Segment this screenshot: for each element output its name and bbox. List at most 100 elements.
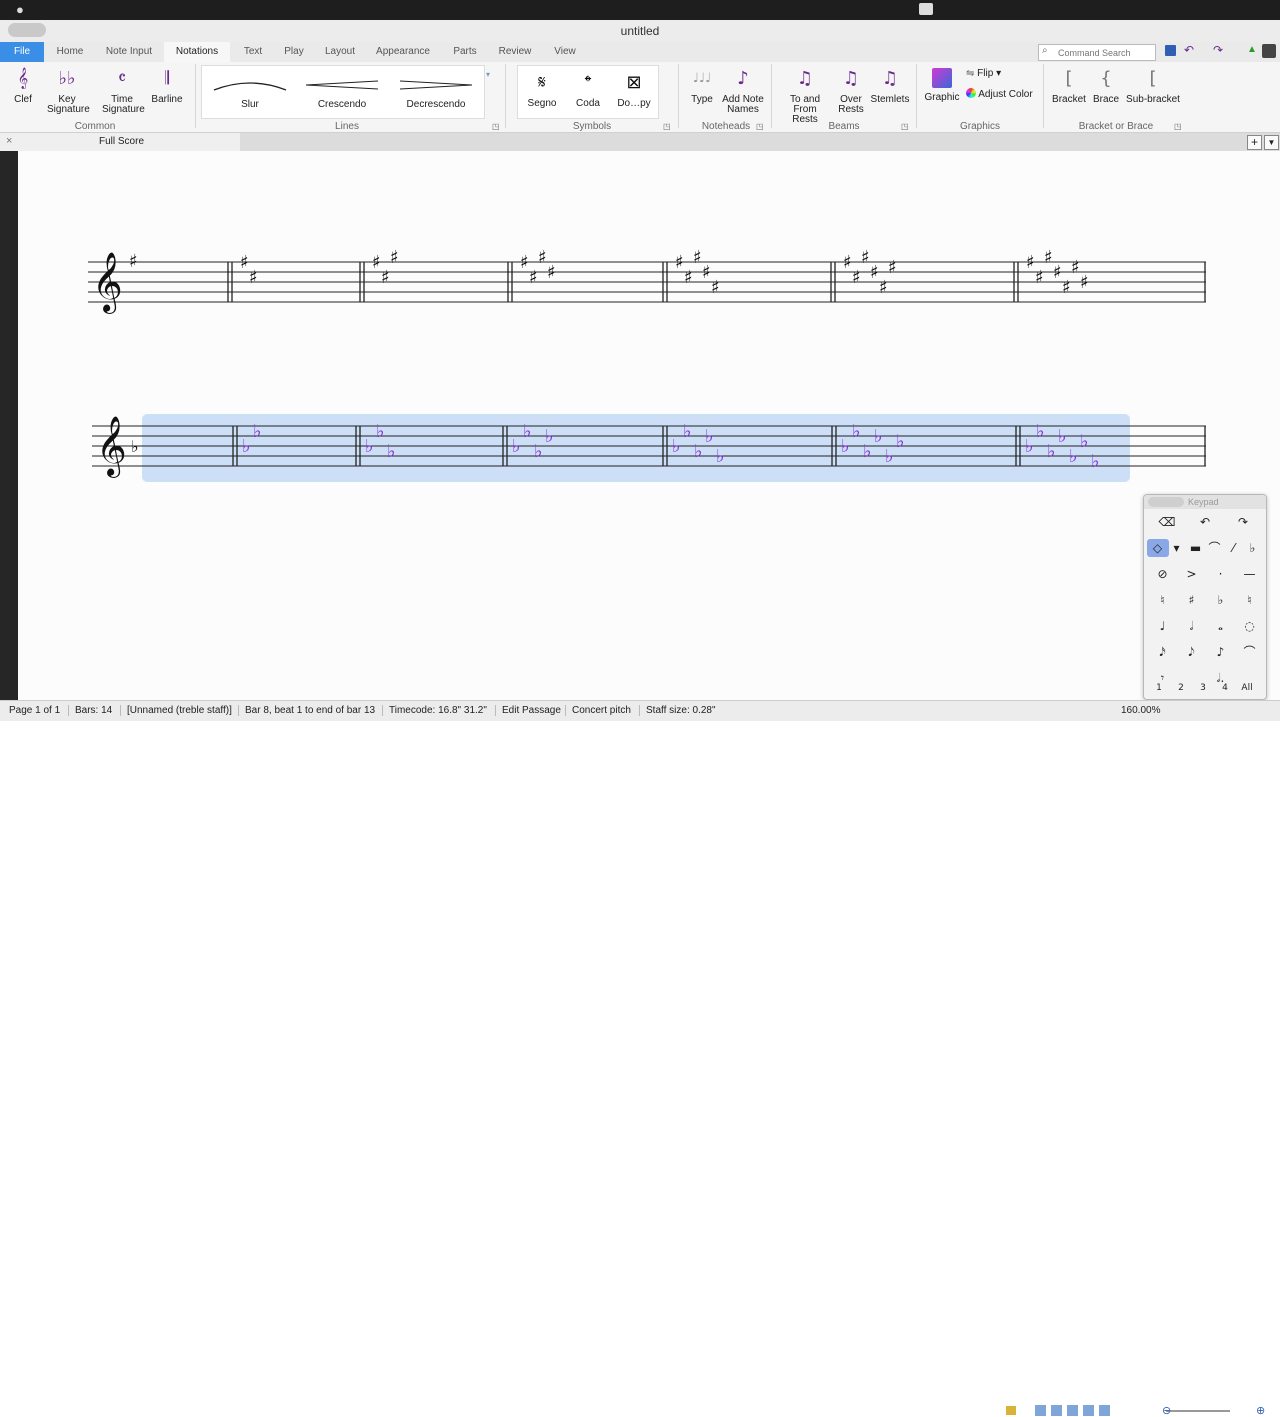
- clef-icon: 𝄞: [17, 68, 29, 89]
- search-input[interactable]: [1056, 46, 1155, 60]
- command-search[interactable]: ⌕: [1038, 44, 1156, 61]
- tab-appearance[interactable]: Appearance: [370, 42, 436, 62]
- minimize-ribbon-icon[interactable]: ▲: [1247, 44, 1257, 55]
- bracket-button[interactable]: [Bracket: [1050, 68, 1088, 105]
- zoom-in-icon[interactable]: ⊕: [1256, 1404, 1265, 1417]
- notehead-type-button[interactable]: ♩♩♩ Type: [686, 68, 718, 105]
- view-mode-icons[interactable]: [1035, 1405, 1113, 1416]
- score-tab[interactable]: × Full Score: [0, 133, 240, 151]
- accidentals-layout-icon[interactable]: ♭: [1242, 539, 1264, 557]
- keypad-header[interactable]: Keypad: [1144, 495, 1266, 509]
- tab-view[interactable]: View: [544, 42, 586, 62]
- keypad-panel[interactable]: Keypad ⌫ ↶ ↷ ◇ ▾ ▬ ⌒ ⁄ ♭ ⊘ > · — ♮ ♯ ♭ ♮ ♩ 𝅗𝅥 𝅝 ◌ 𝅘𝅥𝅯 𝅘𝅥𝅮 ♪ ⌒ 𝄾 𝅗𝅥…: [1143, 494, 1267, 700]
- quaver-single-icon[interactable]: ♪: [1210, 643, 1232, 661]
- flat-icon: ♭: [1025, 436, 1034, 457]
- redo-icon[interactable]: ↷: [1232, 513, 1254, 531]
- dialog-launcher-icon[interactable]: ◳: [663, 122, 671, 131]
- crotchet-icon[interactable]: ♩: [1152, 617, 1174, 635]
- dialog-launcher-icon[interactable]: ◳: [492, 122, 500, 131]
- stemlets-button[interactable]: ♫ Stemlets: [870, 68, 910, 105]
- sharp-icon: ♯: [390, 247, 399, 268]
- graphic-button[interactable]: Graphic: [922, 68, 962, 103]
- flip-button[interactable]: ⇋ Flip ▾: [966, 69, 1006, 79]
- group-label-common: Common: [74, 121, 116, 132]
- tab-review[interactable]: Review: [492, 42, 538, 62]
- over-rests-button[interactable]: ♫ Over Rests: [834, 68, 868, 115]
- zoom-slider[interactable]: [1166, 1410, 1230, 1412]
- ribbon-notations: 𝄞 Clef ♭♭ Key Signature 𝄴 Time Signature 𝄂 B…: [0, 62, 1280, 133]
- keypad-layout-tab[interactable]: 1: [1148, 679, 1170, 697]
- decrescendo-button[interactable]: Decrescendo: [392, 72, 480, 110]
- time-signature-button[interactable]: 𝄴 Time Signature: [98, 68, 146, 115]
- clef-button[interactable]: 𝄞 Clef: [6, 68, 40, 105]
- save-icon[interactable]: [1165, 45, 1176, 56]
- sharp-icon: ♯: [529, 267, 538, 288]
- lines-gallery: Slur Crescendo Decrescendo: [201, 65, 485, 119]
- minim-icon[interactable]: 𝅗𝅥: [1181, 617, 1203, 635]
- gallery-scroll-icon[interactable]: ▾: [486, 70, 490, 79]
- tab-home[interactable]: Home: [48, 42, 92, 62]
- tie-icon[interactable]: ⊘: [1152, 565, 1174, 583]
- semiquaver-icon[interactable]: 𝅘𝅥𝅯: [1152, 643, 1174, 661]
- keypad-layout-tab[interactable]: All: [1236, 679, 1258, 697]
- adjust-color-button[interactable]: Adjust Color: [966, 88, 1040, 100]
- semibreve-icon[interactable]: 𝅝: [1210, 617, 1232, 635]
- status-pitch: Concert pitch: [565, 705, 631, 716]
- add-note-names-button[interactable]: ♪ Add Note Names: [720, 68, 766, 115]
- sharp-icon: ♯: [1053, 262, 1062, 283]
- dialog-launcher-icon[interactable]: ◳: [1174, 122, 1182, 131]
- to-from-rests-button[interactable]: ♫ To and From Rests: [779, 68, 831, 125]
- tab-file[interactable]: File: [0, 42, 44, 62]
- tab-parts[interactable]: Parts: [444, 42, 486, 62]
- apple-icon[interactable]: ●: [16, 2, 24, 17]
- barline-button[interactable]: 𝄂 Barline: [148, 68, 186, 105]
- segno-button[interactable]: 𝄋 Segno: [520, 72, 564, 109]
- quaver-icon[interactable]: 𝅘𝅥𝅮: [1181, 643, 1203, 661]
- brace-button[interactable]: {Brace: [1090, 68, 1122, 105]
- sharp-icon: ♯: [675, 252, 684, 273]
- sub-bracket-button[interactable]: [Sub-bracket: [1124, 68, 1182, 105]
- keypad-layout-tab[interactable]: 4: [1214, 679, 1236, 697]
- tab-text[interactable]: Text: [234, 42, 272, 62]
- notification-icon[interactable]: [1006, 1406, 1016, 1415]
- treble-clef-icon: 𝄞: [92, 252, 123, 314]
- close-icon[interactable]: ×: [6, 135, 12, 147]
- slur-button[interactable]: Slur: [208, 72, 292, 110]
- sharp-icon[interactable]: ♯: [1181, 591, 1203, 609]
- coda-button[interactable]: 𝄌 Coda: [566, 72, 610, 109]
- keypad-layout-tab[interactable]: 2: [1170, 679, 1192, 697]
- grace-note-icon[interactable]: ◌: [1239, 617, 1261, 635]
- double-accidental-icon[interactable]: ♮: [1239, 591, 1261, 609]
- redo-icon[interactable]: ↷: [1213, 43, 1223, 57]
- sharp-icon: ♯: [843, 252, 852, 273]
- score-canvas[interactable]: 𝄞 ♯ ♯♯♯♯♯ ♯♯♯♯ ♯♯♯♯♯♯♯♯♯♯♯ ♯♯♯♯♯♯♯𝄞 ♭ ♭♭♭♭♭ ♭♭♭♭…: [0, 151, 1280, 700]
- sharp-icon: ♯: [852, 267, 861, 288]
- tab-play[interactable]: Play: [276, 42, 312, 62]
- natural-icon[interactable]: ♮: [1152, 591, 1174, 609]
- dopy-button[interactable]: ⊠ Do…py: [612, 72, 656, 109]
- help-icon[interactable]: [1262, 44, 1276, 58]
- crescendo-button[interactable]: Crescendo: [298, 72, 386, 110]
- staccato-icon[interactable]: ·: [1210, 565, 1232, 583]
- beam-rests-icon: ♫: [796, 68, 814, 89]
- tab-note-input[interactable]: Note Input: [98, 42, 160, 62]
- tab-layout[interactable]: Layout: [318, 42, 362, 62]
- undo-icon[interactable]: ↶: [1184, 43, 1194, 57]
- undo-icon[interactable]: ↶: [1194, 513, 1216, 531]
- dialog-launcher-icon[interactable]: ◳: [756, 122, 764, 131]
- key-signature-button[interactable]: ♭♭ Key Signature: [40, 68, 94, 115]
- slur-icon[interactable]: ⌒: [1239, 643, 1261, 661]
- keypad-layout-icon[interactable]: [1148, 497, 1184, 507]
- add-tab-icon[interactable]: +: [1247, 135, 1262, 150]
- keypad-layout-tab[interactable]: 3: [1192, 679, 1214, 697]
- delete-icon[interactable]: ⌫: [1156, 513, 1178, 531]
- accent-icon[interactable]: >: [1181, 565, 1203, 583]
- dialog-launcher-icon[interactable]: ◳: [901, 122, 909, 131]
- tenuto-icon[interactable]: —: [1239, 565, 1261, 583]
- app-status-icon[interactable]: [919, 3, 933, 15]
- flat-icon[interactable]: ♭: [1210, 591, 1232, 609]
- flat-icon: ♭: [1069, 446, 1078, 467]
- zoom-out-icon[interactable]: ⊖: [1162, 1404, 1171, 1417]
- tab-notations[interactable]: Notations: [164, 42, 230, 62]
- tab-list-icon[interactable]: ▼: [1264, 135, 1279, 150]
